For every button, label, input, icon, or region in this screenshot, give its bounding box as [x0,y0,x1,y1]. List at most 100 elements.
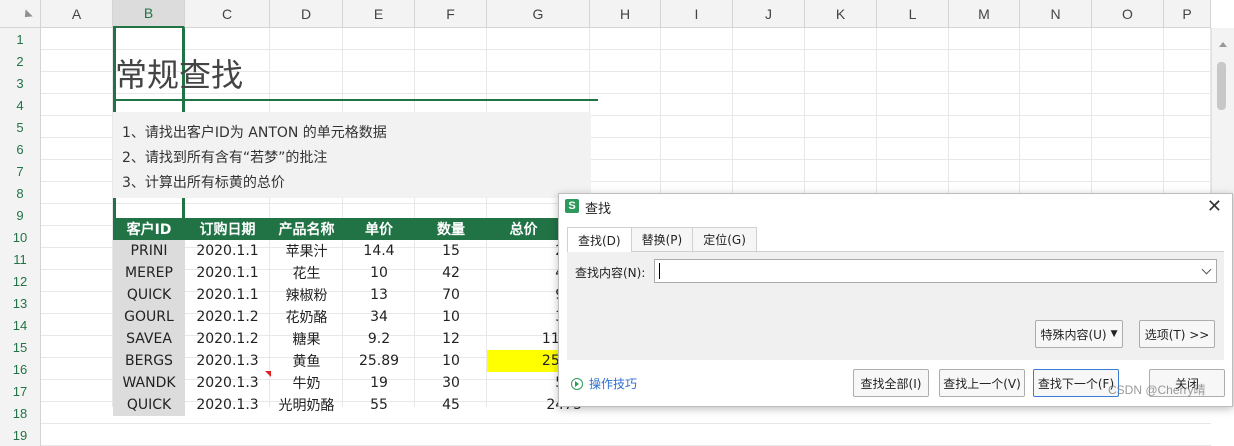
row-header-16[interactable]: 16 [0,358,41,380]
table-cell[interactable]: 19 [343,372,415,394]
column-header-p[interactable]: P [1164,0,1211,28]
table-cell[interactable]: 苹果汁 [270,240,343,262]
table-cell[interactable]: SAVEA [113,328,185,350]
column-header-g[interactable]: G [487,0,590,28]
tips-link[interactable]: 操作技巧 [571,375,637,392]
table-cell[interactable]: 花奶酪 [270,306,343,328]
table-cell[interactable]: BERGS [113,350,185,372]
table-cell[interactable]: 10 [415,306,487,328]
row-header-19[interactable]: 19 [0,424,41,446]
table-header-cell[interactable]: 单价 [343,218,415,240]
table-cell[interactable]: 黄鱼 [270,350,343,372]
table-cell[interactable]: MEREP [113,262,185,284]
table-header-cell[interactable]: 总价 [487,218,560,240]
sheet-title[interactable]: 常规查找 [115,50,243,96]
comment-indicator-icon[interactable] [265,371,271,377]
find-all-button[interactable]: 查找全部(I) [853,369,929,397]
column-header-b[interactable]: B [113,0,185,28]
table-cell[interactable]: 2020.1.3 [185,394,270,416]
row-header-18[interactable]: 18 [0,402,41,424]
table-cell[interactable]: 2020.1.1 [185,284,270,306]
tab-goto[interactable]: 定位(G) [692,227,757,251]
table-cell[interactable]: 花生 [270,262,343,284]
find-next-button[interactable]: 查找下一个(F) [1033,369,1119,397]
table-cell[interactable]: QUICK [113,394,185,416]
table-cell[interactable]: 2020.1.1 [185,262,270,284]
special-content-button[interactable]: 特殊内容(U) ▼ [1035,320,1123,348]
column-header-k[interactable]: K [805,0,877,28]
table-cell[interactable]: 光明奶酪 [270,394,343,416]
row-header-4[interactable]: 4 [0,94,41,116]
close-icon[interactable]: ✕ [1207,196,1222,217]
table-cell[interactable]: 15 [415,240,487,262]
column-header-f[interactable]: F [415,0,487,28]
column-header-c[interactable]: C [185,0,270,28]
table-cell[interactable]: 10 [343,262,415,284]
table-cell[interactable]: PRINI [113,240,185,262]
table-cell[interactable]: 10 [415,350,487,372]
instruction-1[interactable]: 1、请找出客户ID为 ANTON 的单元格数据 [122,122,387,142]
row-header-13[interactable]: 13 [0,292,41,314]
scroll-up-arrow-icon[interactable] [1219,42,1227,47]
row-header-2[interactable]: 2 [0,50,41,72]
row-header-8[interactable]: 8 [0,182,41,204]
table-cell[interactable]: 25.89 [343,350,415,372]
table-cell[interactable]: 45 [415,394,487,416]
scrollbar-thumb[interactable] [1217,62,1226,110]
table-cell[interactable]: QUICK [113,284,185,306]
column-header-n[interactable]: N [1020,0,1092,28]
table-cell[interactable]: 70 [415,284,487,306]
instruction-3[interactable]: 3、计算出所有标黄的总价 [122,172,285,192]
column-header-i[interactable]: I [661,0,733,28]
instruction-2[interactable]: 2、请找到所有含有“若梦”的批注 [122,147,327,167]
row-header-7[interactable]: 7 [0,160,41,182]
table-header-cell[interactable]: 客户ID [113,218,185,240]
row-header-10[interactable]: 10 [0,226,41,248]
table-cell[interactable]: 30 [415,372,487,394]
column-header-o[interactable]: O [1092,0,1164,28]
column-header-e[interactable]: E [343,0,415,28]
row-header-11[interactable]: 11 [0,248,41,270]
table-cell[interactable]: 2020.1.3 [185,350,270,372]
tab-replace[interactable]: 替换(P) [630,227,694,251]
column-header-a[interactable]: A [41,0,113,28]
table-header-cell[interactable]: 产品名称 [270,218,343,240]
table-cell[interactable]: 牛奶 [270,372,343,394]
table-cell[interactable]: 55 [343,394,415,416]
find-previous-button[interactable]: 查找上一个(V) [939,369,1025,397]
row-header-9[interactable]: 9 [0,204,41,226]
select-all-corner[interactable] [0,0,41,28]
chevron-down-icon[interactable] [1201,264,1212,275]
find-content-input[interactable] [654,259,1217,283]
table-header-cell[interactable]: 数量 [415,218,487,240]
row-header-3[interactable]: 3 [0,72,41,94]
column-header-m[interactable]: M [949,0,1020,28]
row-header-5[interactable]: 5 [0,116,41,138]
column-header-l[interactable]: L [877,0,949,28]
table-cell[interactable]: 14.4 [343,240,415,262]
tab-find[interactable]: 查找(D) [567,227,632,252]
table-cell[interactable]: GOURL [113,306,185,328]
table-cell[interactable]: 2020.1.1 [185,240,270,262]
options-button[interactable]: 选项(T) >> [1139,320,1215,348]
table-cell[interactable]: 13 [343,284,415,306]
row-header-14[interactable]: 14 [0,314,41,336]
table-cell[interactable]: 糖果 [270,328,343,350]
column-header-j[interactable]: J [733,0,805,28]
table-cell[interactable]: 42 [415,262,487,284]
column-header-h[interactable]: H [590,0,661,28]
row-header-12[interactable]: 12 [0,270,41,292]
row-header-15[interactable]: 15 [0,336,41,358]
table-cell[interactable]: 9.2 [343,328,415,350]
table-cell[interactable]: 34 [343,306,415,328]
table-header-cell[interactable]: 订购日期 [185,218,270,240]
row-header-6[interactable]: 6 [0,138,41,160]
table-cell[interactable]: 2020.1.2 [185,328,270,350]
row-header-1[interactable]: 1 [0,28,41,50]
column-header-d[interactable]: D [270,0,343,28]
row-header-17[interactable]: 17 [0,380,41,402]
dialog-titlebar[interactable]: S 查找 ✕ [559,194,1232,220]
table-cell[interactable]: 12 [415,328,487,350]
table-cell[interactable]: 2020.1.2 [185,306,270,328]
table-cell[interactable]: 辣椒粉 [270,284,343,306]
